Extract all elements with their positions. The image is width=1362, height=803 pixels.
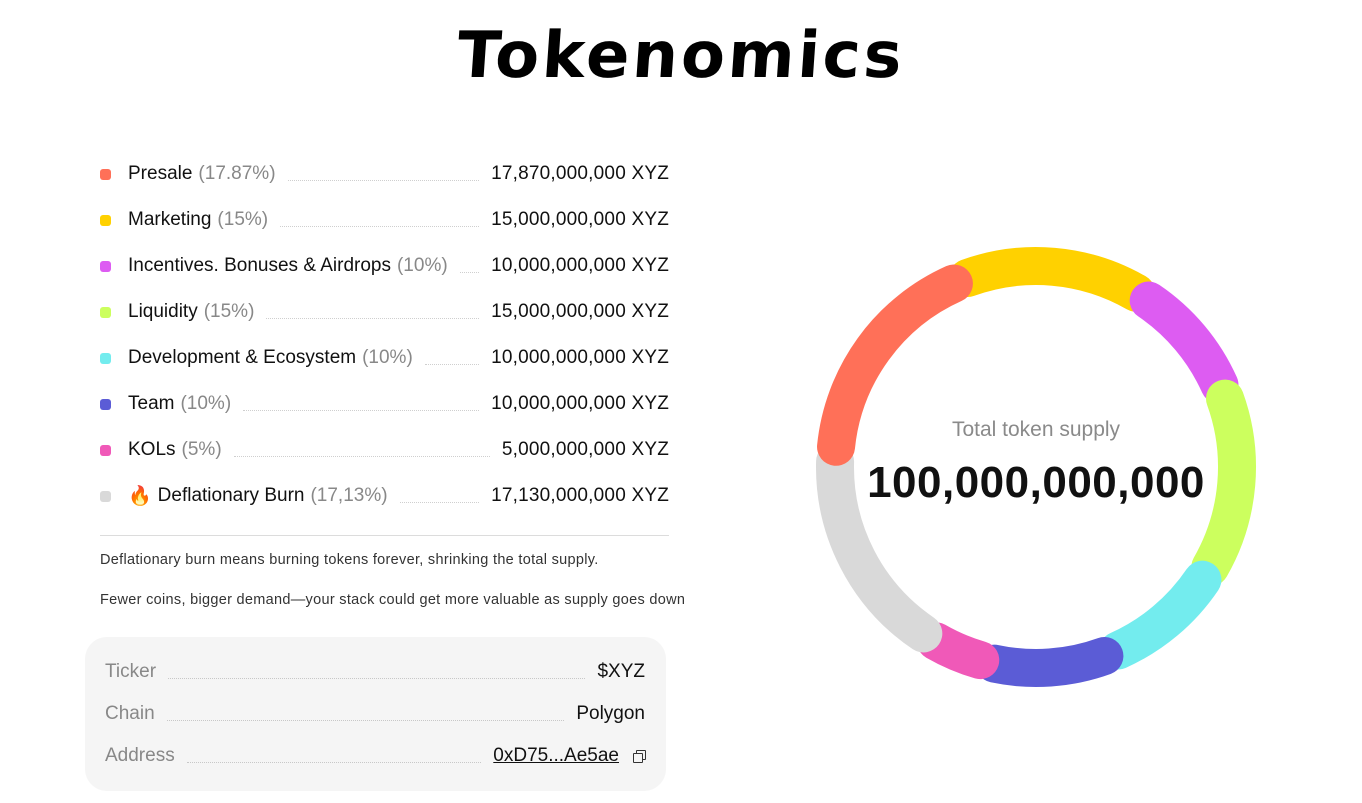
donut-slice-incentives: [1129, 281, 1239, 404]
donut-slice-marketing: [948, 247, 1156, 312]
allocation-donut-chart: [816, 247, 1256, 687]
donut-slice-development: [1099, 560, 1222, 670]
total-supply-value: 100,000,000,000: [867, 458, 1205, 507]
donut-slice-team: [975, 636, 1124, 687]
total-supply-label: Total token supply: [951, 418, 1121, 441]
donut-slice-kols: [916, 622, 1000, 680]
